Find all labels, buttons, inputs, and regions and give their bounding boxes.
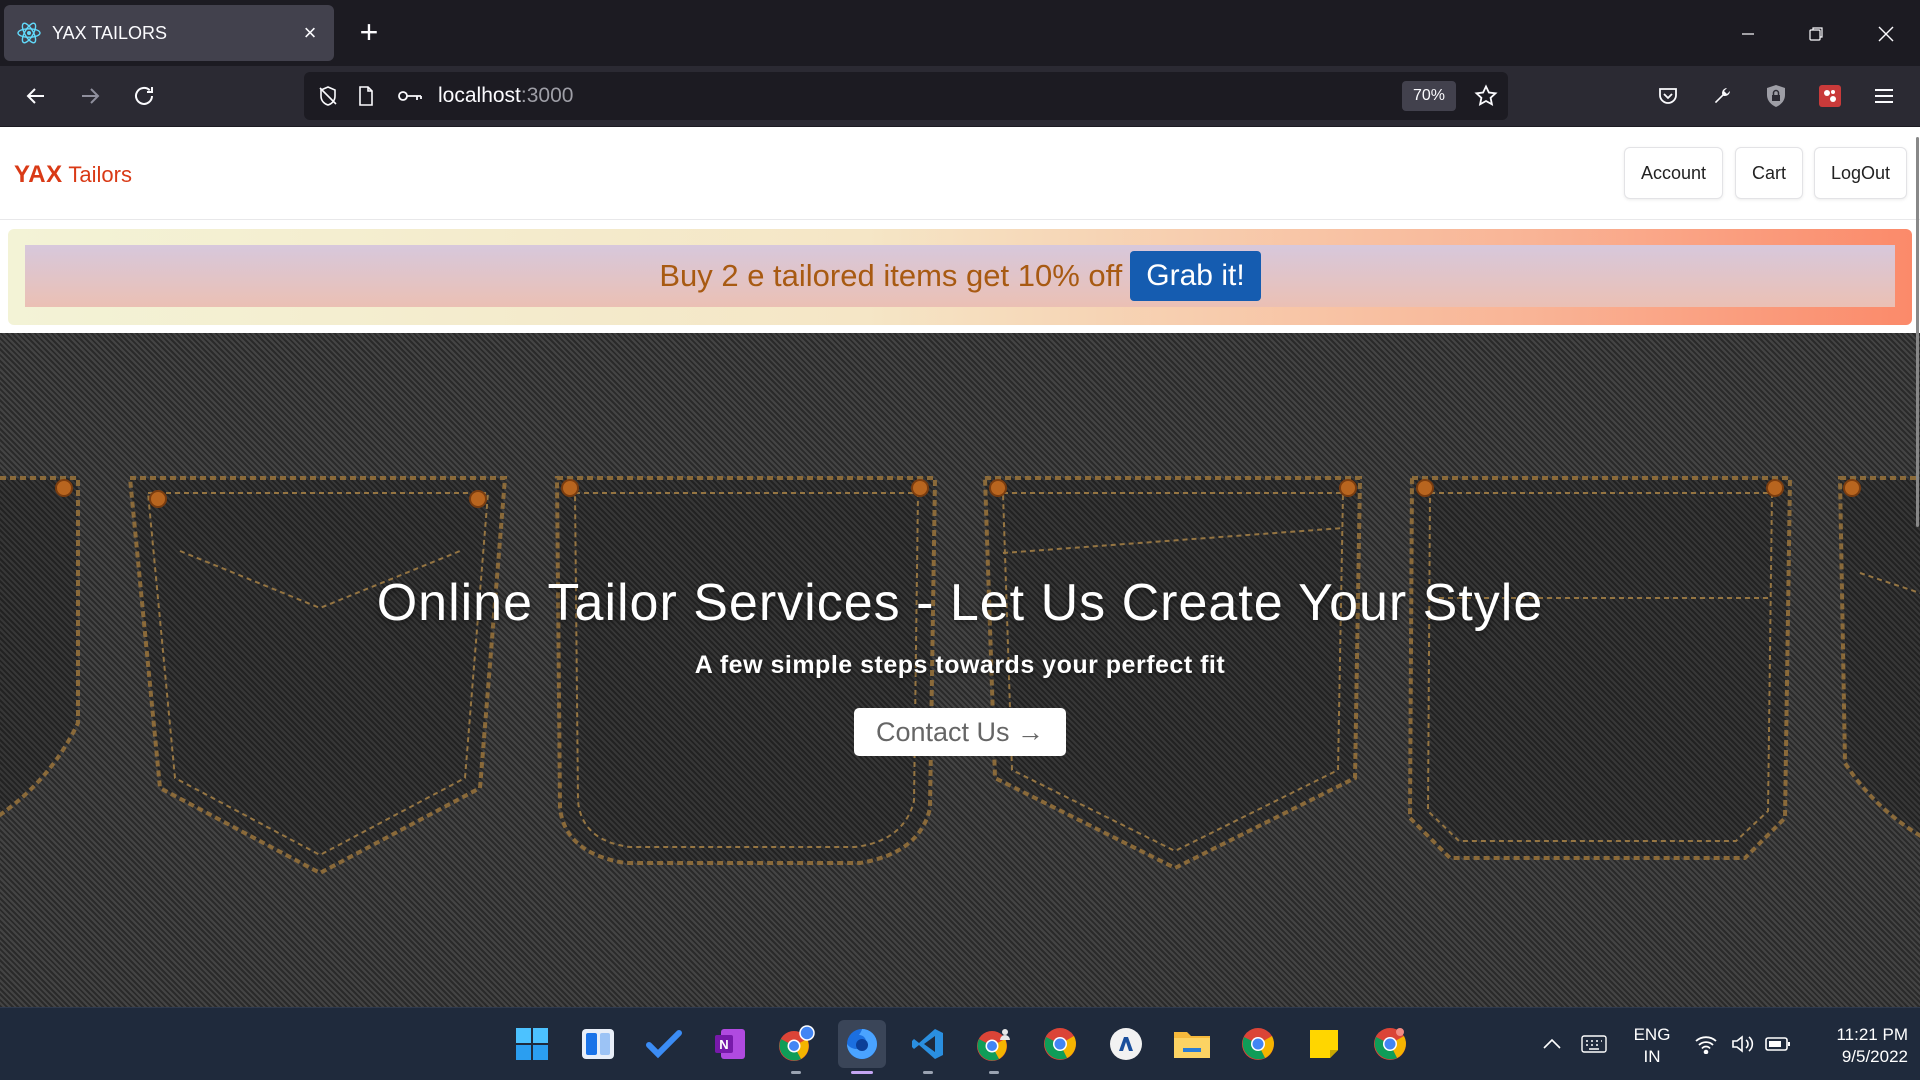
start-icon[interactable] bbox=[508, 1020, 556, 1068]
close-tab-icon[interactable]: × bbox=[298, 20, 322, 45]
new-tab-icon[interactable]: + bbox=[352, 16, 386, 50]
app-circle-icon[interactable] bbox=[1102, 1020, 1150, 1068]
volume-icon[interactable] bbox=[1726, 1028, 1758, 1060]
running-indicator bbox=[989, 1071, 999, 1074]
promo-banner: Buy 2 e tailored items get 10% off Grab … bbox=[8, 229, 1912, 325]
widgets-icon[interactable] bbox=[574, 1020, 622, 1068]
cart-button[interactable]: Cart bbox=[1735, 147, 1804, 199]
browser-tab[interactable]: YAX TAILORS × bbox=[4, 5, 334, 61]
scrollbar-thumb[interactable] bbox=[1916, 137, 1919, 527]
system-clock[interactable]: 11:21 PM 9/5/2022 bbox=[1808, 1024, 1908, 1068]
chevron-up-icon[interactable] bbox=[1536, 1028, 1568, 1060]
chrome-profile-icon[interactable] bbox=[772, 1020, 820, 1074]
lock-shield-icon[interactable] bbox=[1756, 76, 1796, 116]
reload-icon[interactable] bbox=[124, 76, 164, 116]
wifi-icon[interactable] bbox=[1690, 1028, 1722, 1060]
back-arrow-icon[interactable] bbox=[16, 76, 56, 116]
web-page: YAX Tailors Account Cart LogOut Buy 2 e … bbox=[0, 127, 1920, 1007]
vscode-icon[interactable] bbox=[904, 1020, 952, 1074]
address-bar[interactable]: localhost:3000 70% bbox=[304, 72, 1508, 120]
hero-section: Online Tailor Services - Let Us Create Y… bbox=[0, 333, 1920, 1007]
battery-icon[interactable] bbox=[1762, 1028, 1794, 1060]
chrome-icon[interactable] bbox=[1036, 1020, 1084, 1068]
hero-title: Online Tailor Services - Let Us Create Y… bbox=[376, 574, 1544, 632]
grab-it-button[interactable]: Grab it! bbox=[1130, 251, 1261, 301]
site-header: YAX Tailors Account Cart LogOut bbox=[0, 127, 1920, 220]
close-window-icon[interactable] bbox=[1866, 14, 1906, 54]
onenote-icon[interactable]: N bbox=[706, 1020, 754, 1068]
key-icon[interactable] bbox=[396, 82, 424, 110]
brand-logo[interactable]: YAX Tailors bbox=[14, 161, 132, 189]
tab-strip: YAX TAILORS × + bbox=[0, 0, 1920, 66]
zoom-indicator[interactable]: 70% bbox=[1402, 81, 1456, 111]
chrome-people-icon[interactable] bbox=[970, 1020, 1018, 1074]
svg-text:N: N bbox=[719, 1037, 728, 1052]
bookmark-star-icon[interactable] bbox=[1472, 82, 1500, 110]
tab-title: YAX TAILORS bbox=[52, 22, 168, 43]
firefox-icon[interactable] bbox=[838, 1020, 886, 1074]
page-scrollbar[interactable] bbox=[1914, 127, 1920, 1007]
language-indicator[interactable]: ENG IN bbox=[1630, 1024, 1674, 1068]
account-button[interactable]: Account bbox=[1624, 147, 1724, 199]
tracking-shield-icon[interactable] bbox=[314, 82, 342, 110]
react-icon bbox=[17, 22, 41, 44]
url-text[interactable]: localhost:3000 bbox=[438, 84, 573, 108]
extension-icon[interactable] bbox=[1810, 76, 1850, 116]
windows-taskbar: N ENG IN 11:21 PM 9/5/2022 bbox=[0, 1007, 1920, 1080]
wrench-icon[interactable] bbox=[1702, 76, 1742, 116]
file-explorer-icon[interactable] bbox=[1168, 1020, 1216, 1068]
running-indicator bbox=[923, 1071, 933, 1074]
contact-us-button[interactable]: Contact Us → bbox=[854, 708, 1066, 756]
promo-text: Buy 2 e tailored items get 10% off bbox=[659, 258, 1123, 293]
logout-button[interactable]: LogOut bbox=[1814, 147, 1908, 199]
running-indicator bbox=[791, 1071, 801, 1074]
hamburger-menu-icon[interactable] bbox=[1864, 76, 1904, 116]
page-info-icon[interactable] bbox=[352, 82, 380, 110]
promo-strip: Buy 2 e tailored items get 10% off Grab … bbox=[25, 245, 1895, 307]
minimize-icon[interactable] bbox=[1728, 14, 1768, 54]
pocket-icon[interactable] bbox=[1648, 76, 1688, 116]
hero-subtitle: A few simple steps towards your perfect … bbox=[694, 651, 1226, 679]
forward-arrow-icon[interactable] bbox=[70, 76, 110, 116]
restore-icon[interactable] bbox=[1796, 14, 1836, 54]
running-indicator bbox=[851, 1071, 873, 1074]
sticky-notes-icon[interactable] bbox=[1300, 1020, 1348, 1068]
chrome-pinned-icon[interactable] bbox=[1366, 1020, 1414, 1068]
chrome-alt-icon[interactable] bbox=[1234, 1020, 1282, 1068]
todo-icon[interactable] bbox=[640, 1020, 688, 1068]
keyboard-icon[interactable] bbox=[1578, 1028, 1610, 1060]
